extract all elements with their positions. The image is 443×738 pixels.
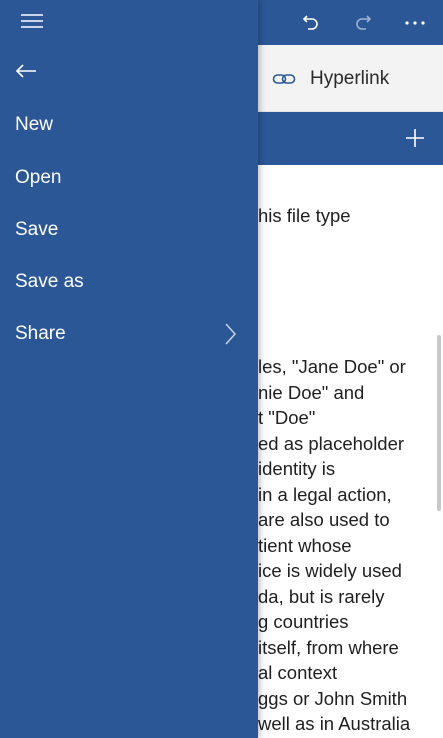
menu-item-label: New — [15, 114, 54, 135]
document-line: itself, from where — [258, 637, 399, 658]
menu-item-share[interactable]: Share — [0, 311, 258, 357]
word-mobile-app: Hyperlink his file type les, "Jane Doe" o… — [0, 0, 443, 738]
more-options-button[interactable] — [392, 0, 437, 45]
hyperlink-label: Hyperlink — [310, 67, 390, 89]
undo-button[interactable] — [288, 0, 333, 45]
plus-icon — [406, 129, 424, 147]
document-line: t "Doe" — [258, 407, 316, 428]
document-line: ed as placeholder — [258, 433, 405, 454]
menu-item-save-as[interactable]: Save as — [0, 259, 258, 305]
menu-item-label: Save — [15, 219, 59, 240]
document-line: nie Doe" and — [258, 382, 365, 403]
back-arrow-icon — [15, 64, 36, 78]
undo-icon — [302, 14, 318, 30]
back-button[interactable] — [6, 50, 46, 92]
hamburger-button[interactable] — [8, 0, 56, 42]
hyperlink-command[interactable]: Hyperlink — [272, 45, 389, 112]
menu-item-open[interactable]: Open — [0, 155, 258, 201]
document-line: da, but is rarely — [258, 586, 385, 607]
document-line: ggs or John Smith — [258, 688, 408, 709]
menu-item-label: Share — [15, 323, 66, 344]
hamburger-icon — [21, 14, 43, 28]
document-line: in a legal action, — [258, 484, 392, 505]
document-line: are also used to — [258, 509, 390, 530]
menu-item-label: Open — [15, 167, 62, 188]
document-line: his file type — [258, 205, 351, 226]
document-line: tient whose — [258, 535, 352, 556]
menu-item-new[interactable]: New — [0, 102, 258, 148]
chevron-right-icon — [225, 323, 236, 345]
document-line: well as in Australia — [258, 713, 411, 734]
menu-item-label: Save as — [15, 271, 84, 292]
document-line: les, "Jane Doe" or — [258, 356, 406, 377]
menu-item-save[interactable]: Save — [0, 207, 258, 253]
document-scrollbar[interactable] — [437, 335, 441, 511]
redo-icon — [355, 14, 371, 30]
document-line: al context — [258, 662, 338, 683]
link-icon — [272, 73, 296, 84]
add-button[interactable] — [397, 120, 433, 156]
redo-button[interactable] — [340, 0, 385, 45]
document-line: identity is — [258, 458, 336, 479]
navigation-pane: New Open Save Save as Share — [0, 0, 258, 738]
more-icon — [404, 20, 425, 25]
document-line: ice is widely used — [258, 560, 402, 581]
document-line: g countries — [258, 611, 349, 632]
